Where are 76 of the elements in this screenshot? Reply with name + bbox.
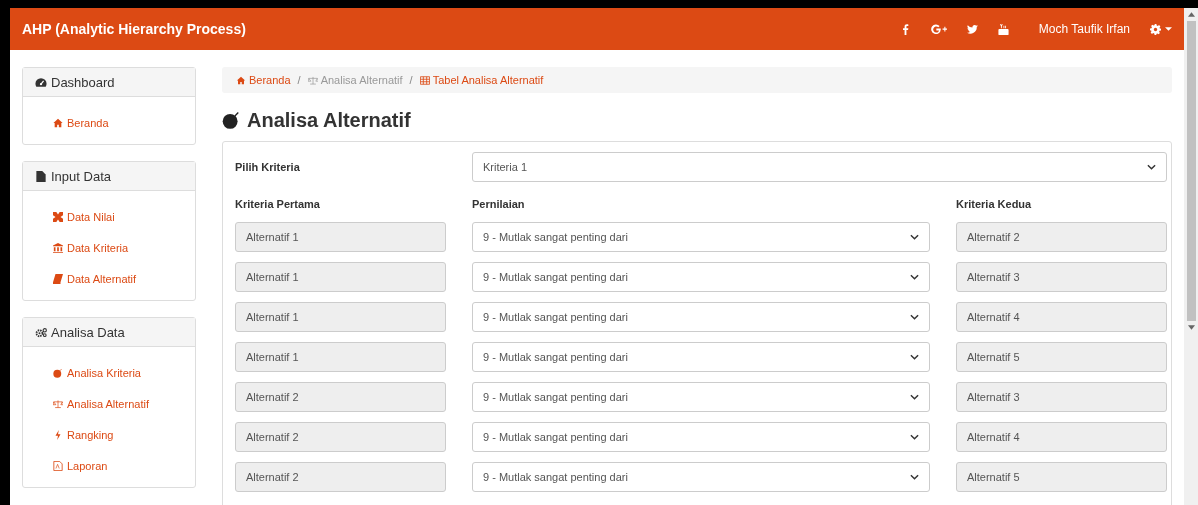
sidebar-link[interactable]: Data Kriteria — [67, 241, 129, 254]
panel-title: Dashboard — [51, 74, 115, 90]
sidebar-link[interactable]: Analisa Alternatif — [67, 397, 149, 410]
sidebar-link[interactable]: Analisa Kriteria — [67, 366, 141, 379]
settings-icon[interactable] — [1150, 23, 1161, 35]
user-name-link[interactable]: Moch Taufik Irfan — [1038, 22, 1130, 36]
breadcrumb-separator: / — [409, 74, 413, 86]
readonly-field: Alternatif 3 — [956, 382, 1167, 412]
readonly-field: Alternatif 2 — [956, 222, 1167, 252]
field-label: Pilih Kriteria — [235, 161, 301, 173]
rating-select[interactable]: 9 - Mutlak sangat penting dari — [472, 262, 930, 292]
readonly-field: Alternatif 2 — [235, 462, 446, 492]
column-header: Kriteria Pertama — [235, 198, 321, 210]
caret-icon[interactable] — [1165, 27, 1172, 31]
sidebar-link[interactable]: Laporan — [67, 459, 108, 472]
chevron-down-icon — [910, 234, 919, 240]
gauge-icon — [35, 76, 47, 88]
readonly-field: Alternatif 2 — [235, 422, 446, 452]
chevron-down-icon — [910, 394, 919, 400]
breadcrumb-text: Analisa Alternatif — [320, 74, 403, 86]
rating-select[interactable]: 9 - Mutlak sangat penting dari — [472, 342, 930, 372]
page-title: Analisa Alternatif — [247, 108, 411, 132]
book-icon — [53, 273, 63, 284]
home-icon — [236, 75, 246, 85]
column-header: Pernilaian — [472, 198, 526, 210]
home-icon — [53, 117, 63, 128]
rating-select[interactable]: 9 - Mutlak sangat penting dari — [472, 302, 930, 332]
scale-icon — [307, 75, 318, 85]
cross-arrows-icon — [53, 211, 63, 222]
document-icon — [53, 460, 63, 471]
scroll-down-icon[interactable] — [1187, 325, 1195, 330]
readonly-field: Alternatif 5 — [956, 462, 1167, 492]
file-icon — [35, 170, 47, 182]
rating-select[interactable]: 9 - Mutlak sangat penting dari — [472, 382, 930, 412]
g-plus-icon[interactable] — [930, 23, 947, 35]
readonly-field: Alternatif 1 — [235, 342, 446, 372]
readonly-field: Alternatif 1 — [235, 222, 446, 252]
readonly-field: Alternatif 4 — [956, 422, 1167, 452]
breadcrumb-link[interactable]: Beranda — [249, 74, 291, 86]
chevron-down-icon — [910, 434, 919, 440]
bird-icon[interactable] — [966, 23, 978, 35]
readonly-field: Alternatif 1 — [235, 302, 446, 332]
criteria-select[interactable]: Kriteria 1 — [472, 152, 1167, 182]
sidebar-link[interactable]: Rangking — [67, 428, 114, 441]
readonly-field: Alternatif 5 — [956, 342, 1167, 372]
column-header: Kriteria Kedua — [956, 198, 1033, 210]
rating-select[interactable]: 9 - Mutlak sangat penting dari — [472, 422, 930, 452]
sidebar-link[interactable]: Data Alternatif — [67, 272, 137, 285]
panel-title: Input Data — [51, 168, 111, 184]
bolt-icon — [53, 429, 63, 440]
sidebar-link[interactable]: Beranda — [67, 116, 109, 129]
readonly-field: Alternatif 4 — [956, 302, 1167, 332]
rating-select[interactable]: 9 - Mutlak sangat penting dari — [472, 222, 930, 252]
breadcrumb-separator: / — [297, 74, 301, 86]
readonly-field: Alternatif 3 — [956, 262, 1167, 292]
chevron-down-icon — [910, 354, 919, 360]
scroll-up-icon[interactable] — [1187, 12, 1195, 17]
breadcrumb-link[interactable]: Tabel Analisa Alternatif — [432, 74, 544, 86]
sidebar-link[interactable]: Data Nilai — [67, 210, 115, 223]
chevron-down-icon — [910, 314, 919, 320]
panel-title: Analisa Data — [51, 324, 125, 340]
scale-icon — [53, 398, 63, 409]
tube-icon[interactable] — [997, 23, 1009, 35]
table-icon — [419, 75, 430, 85]
chevron-down-icon — [1147, 164, 1156, 170]
gears-icon — [35, 326, 47, 338]
readonly-field: Alternatif 1 — [235, 262, 446, 292]
rating-select[interactable]: 9 - Mutlak sangat penting dari — [472, 462, 930, 492]
readonly-field: Alternatif 2 — [235, 382, 446, 412]
bomb-icon — [53, 367, 63, 378]
bank-icon — [53, 242, 63, 253]
app-title[interactable]: AHP (Analytic Hierarchy Process) — [22, 21, 246, 37]
chevron-down-icon — [910, 274, 919, 280]
chevron-down-icon — [910, 474, 919, 480]
bomb-icon — [222, 111, 241, 129]
scrollbar[interactable] — [1184, 8, 1198, 505]
